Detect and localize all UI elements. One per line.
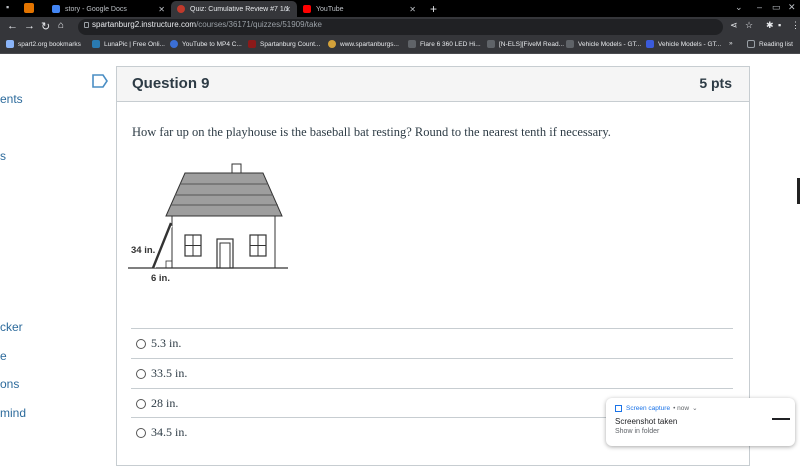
notification-title: Screenshot taken xyxy=(615,417,678,426)
folder-icon xyxy=(6,40,14,48)
answer-label: 5.3 in. xyxy=(151,336,182,350)
bookmark-item[interactable]: Vehicle Models - GT... xyxy=(566,40,641,48)
bookmark-label: Vehicle Models - GT... xyxy=(578,40,642,48)
tab-label: Quiz: Cumulative Review #7 1/1 xyxy=(190,5,288,13)
tab-youtube[interactable]: YouTube ✕ xyxy=(297,1,422,17)
profile-icon[interactable]: ▪ xyxy=(778,20,781,30)
browser-chrome: ▪ story - Google Docs ✕ Quiz: Cumulative… xyxy=(0,0,800,54)
notification-app: Screen capture xyxy=(626,404,671,412)
bookmark-label: Flare 6 360 LED Hi... xyxy=(420,40,481,48)
reading-list[interactable]: Reading list xyxy=(747,40,793,48)
playhouse-figure: 34 in. 6 in. xyxy=(128,163,288,284)
site-icon xyxy=(328,40,336,48)
site-icon xyxy=(487,40,495,48)
screenshot-notification[interactable]: Screen capture • now ⌄ Screenshot taken … xyxy=(606,398,795,446)
question-text: How far up on the playhouse is the baseb… xyxy=(132,125,611,139)
reading-list-icon xyxy=(747,40,755,48)
question-header: Question 9 5 pts xyxy=(117,67,749,102)
share-icon[interactable]: ⋖ xyxy=(730,20,738,31)
bookmark-folder[interactable]: spart2.org bookmarks xyxy=(6,40,81,48)
bookmark-item[interactable]: LunaPic | Free Onli... xyxy=(92,40,165,48)
reload-icon[interactable]: ↻ xyxy=(41,20,50,33)
sidebar-link[interactable]: ons xyxy=(0,377,19,391)
bookmark-label: Spartanburg Count... xyxy=(260,40,321,48)
bookmark-item[interactable]: YouTube to MP4 C... xyxy=(170,40,242,48)
youtube-icon xyxy=(303,5,311,13)
url-text[interactable]: spartanburg2.instructure.com/courses/361… xyxy=(92,20,322,29)
site-icon xyxy=(646,40,654,48)
bookmark-star-icon[interactable]: ☆ xyxy=(745,20,753,31)
minimize-icon[interactable]: – xyxy=(757,2,762,12)
sidebar-link[interactable]: mind xyxy=(0,406,26,420)
county-icon xyxy=(248,40,256,48)
bookmarks-bar: spart2.org bookmarks LunaPic | Free Onli… xyxy=(0,37,800,54)
tab-list-icon[interactable]: ⌄ xyxy=(735,2,743,13)
tab-strip: ▪ story - Google Docs ✕ Quiz: Cumulative… xyxy=(0,0,800,17)
base-label: 6 in. xyxy=(151,273,170,284)
bookmark-label: YouTube to MP4 C... xyxy=(182,40,242,48)
answer-label: 28 in. xyxy=(151,396,179,410)
height-label: 34 in. xyxy=(131,245,155,256)
tab-search-icon[interactable]: ▪ xyxy=(6,2,9,12)
reading-list-label: Reading list xyxy=(759,40,793,48)
new-tab-icon[interactable]: + xyxy=(430,2,437,16)
tab-google-docs[interactable]: story - Google Docs ✕ xyxy=(46,1,171,17)
tab-label: YouTube xyxy=(316,5,344,13)
sidebar-link[interactable]: e xyxy=(0,349,7,363)
bookmark-label: LunaPic | Free Onli... xyxy=(104,40,165,48)
question-title: Question 9 xyxy=(132,75,210,92)
close-window-icon[interactable]: ✕ xyxy=(788,2,796,13)
site-icon xyxy=(408,40,416,48)
close-tab-icon[interactable]: ✕ xyxy=(158,5,165,14)
canvas-icon xyxy=(177,5,185,13)
radio-button[interactable] xyxy=(136,369,146,379)
close-tab-icon[interactable]: ✕ xyxy=(409,5,416,14)
back-icon[interactable]: ← xyxy=(7,20,18,32)
question-points: 5 pts xyxy=(699,75,732,91)
answer-option[interactable]: 33.5 in. xyxy=(131,358,733,387)
radio-button[interactable] xyxy=(136,399,146,409)
bookmark-item[interactable]: Vehicle Models - GT... xyxy=(646,40,721,48)
bookmarks-overflow-icon[interactable]: » xyxy=(729,40,733,47)
sidebar-link[interactable]: s xyxy=(0,149,6,163)
bookmark-item[interactable]: [N-ELS][FiveM Read... xyxy=(487,40,564,48)
converter-icon xyxy=(170,40,178,48)
tab-quiz[interactable]: Quiz: Cumulative Review #7 1/1 ✕ xyxy=(171,1,297,17)
show-in-folder-link[interactable]: Show in folder xyxy=(615,428,659,435)
answer-label: 33.5 in. xyxy=(151,366,188,380)
docs-icon xyxy=(52,5,60,13)
dismiss-icon[interactable] xyxy=(772,418,790,420)
extensions-icon[interactable]: ✱ xyxy=(766,20,774,31)
notification-time: • now xyxy=(673,404,690,412)
tab-label: story - Google Docs xyxy=(65,5,127,13)
right-angle-mark xyxy=(165,260,173,269)
maximize-icon[interactable]: ▭ xyxy=(772,2,781,13)
lock-icon[interactable] xyxy=(84,22,89,28)
chevron-down-icon[interactable]: ⌄ xyxy=(692,404,697,412)
answer-label: 34.5 in. xyxy=(151,425,188,439)
radio-button[interactable] xyxy=(136,339,146,349)
notification-header: Screen capture • now ⌄ xyxy=(615,404,698,412)
bookmark-label: Vehicle Models - GT... xyxy=(658,40,722,48)
home-icon[interactable]: ⌂ xyxy=(58,20,64,31)
forward-icon[interactable]: → xyxy=(24,20,35,32)
bookmark-label: www.spartanburgs... xyxy=(340,40,399,48)
menu-icon[interactable]: ⋮ xyxy=(791,20,800,31)
bookmark-item[interactable]: www.spartanburgs... xyxy=(328,40,399,48)
sidebar-link[interactable]: ents xyxy=(0,92,23,106)
bookmark-item[interactable]: Spartanburg Count... xyxy=(248,40,320,48)
sidebar-link[interactable]: cker xyxy=(0,320,23,334)
close-tab-icon[interactable]: ✕ xyxy=(284,5,291,14)
radio-button[interactable] xyxy=(136,428,146,438)
flag-question-icon[interactable] xyxy=(92,74,108,88)
pinned-tab-icon[interactable] xyxy=(24,3,34,13)
lunapic-icon xyxy=(92,40,100,48)
chimney xyxy=(231,163,242,174)
bookmark-label: [N-ELS][FiveM Read... xyxy=(499,40,565,48)
bookmark-item[interactable]: Flare 6 360 LED Hi... xyxy=(408,40,481,48)
answer-option[interactable]: 5.3 in. xyxy=(131,328,733,357)
screen-capture-icon xyxy=(615,404,622,412)
bookmark-label: spart2.org bookmarks xyxy=(18,40,81,48)
site-icon xyxy=(566,40,574,48)
